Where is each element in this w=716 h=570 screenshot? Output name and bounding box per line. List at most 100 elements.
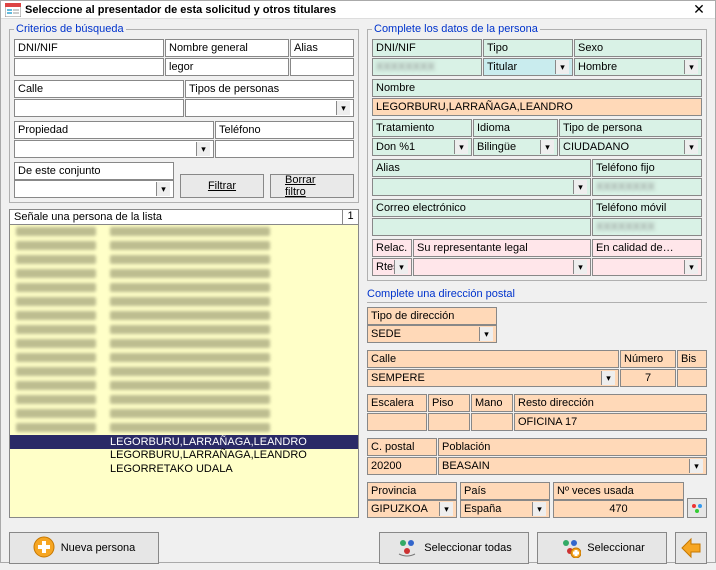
d-cp-input[interactable]: 20200 [367,457,437,475]
list-item[interactable] [10,337,358,351]
p-dni-label: DNI/NIF [372,39,482,57]
tipos-select[interactable]: ▾ [185,99,354,117]
chevron-down-icon: ▾ [601,371,615,385]
list-item[interactable] [10,421,358,435]
list-item[interactable] [10,323,358,337]
list-item[interactable] [10,351,358,365]
list-header: Señale una persona de la lista [10,210,342,224]
p-repr-select[interactable]: ▾ [413,258,591,276]
chevron-down-icon: ▾ [394,260,408,274]
d-tipo-select[interactable]: SEDE▾ [367,325,497,343]
list-item[interactable]: LEGORBURU,LARRAÑAGA,LEANDRO [10,449,358,463]
p-trat-label: Tratamiento [372,119,472,137]
nombre-label: Nombre general [165,39,289,57]
d-esc-input[interactable] [367,413,427,431]
dni-input[interactable] [14,58,164,76]
d-bis-label: Bis [677,350,707,368]
form-icon [5,3,21,17]
list-item[interactable] [10,253,358,267]
chevron-down-icon: ▾ [573,180,587,194]
chevron-down-icon: ▾ [684,140,698,154]
seleccionar-todas-button[interactable]: Seleccionar todas [379,532,529,564]
seleccionar-button[interactable]: Seleccionar [537,532,667,564]
list-item[interactable] [10,225,358,239]
list-item[interactable]: LEGORRETAKO UDALA [10,463,358,477]
list-body[interactable]: LEGORBURU,LARRAÑAGA,LEANDRO LEGORBURU,LA… [10,225,358,517]
color-tool-button[interactable] [687,498,707,518]
list-item[interactable] [10,407,358,421]
persona-box: Complete los datos de la persona DNI/NIF… [367,23,707,281]
chevron-down-icon: ▾ [479,327,493,341]
persons-list: Señale una persona de la lista 1 [9,209,359,518]
p-trat-select[interactable]: Don %1▾ [372,138,472,156]
list-item[interactable] [10,393,358,407]
p-tipo-label: Tipo [483,39,573,57]
chevron-down-icon: ▾ [439,502,453,516]
p-repr-label: Su representante legal [413,239,591,257]
chevron-down-icon: ▾ [196,142,210,156]
telefono-label: Teléfono [215,121,354,139]
p-relac-label: Relac. [372,239,412,257]
list-item[interactable] [10,379,358,393]
search-legend: Criterios de búsqueda [14,23,126,35]
d-num-input[interactable]: 7 [620,369,676,387]
calle-input[interactable] [14,99,184,117]
propiedad-select[interactable]: ▾ [14,140,214,158]
p-dni-input[interactable]: XXXXXXXX [372,58,482,76]
dni-label: DNI/NIF [14,39,164,57]
p-idioma-select[interactable]: Bilingüe▾ [473,138,558,156]
p-idioma-label: Idioma [473,119,558,137]
d-tipo-label: Tipo de dirección [367,307,497,325]
list-item[interactable] [10,309,358,323]
p-nombre-input[interactable]: LEGORBURU,LARRAÑAGA,LEANDRO [372,98,702,116]
p-calidad-label: En calidad de… [592,239,702,257]
chevron-down-icon: ▾ [540,140,554,154]
list-count: 1 [342,210,358,224]
chevron-down-icon: ▾ [555,60,569,74]
list-item[interactable] [10,365,358,379]
d-pob-select[interactable]: BEASAIN▾ [438,457,707,475]
alias-input[interactable] [290,58,354,76]
d-num-label: Número [620,350,676,368]
d-prov-label: Provincia [367,482,457,500]
p-telm-input[interactable]: XXXXXXXX [592,218,702,236]
nueva-persona-label: Nueva persona [61,542,136,554]
p-alias-select[interactable]: ▾ [372,178,591,196]
d-resto-input[interactable]: OFICINA 17 [514,413,707,431]
d-piso-input[interactable] [428,413,470,431]
p-telm-label: Teléfono móvil [592,199,702,217]
p-email-input[interactable] [372,218,591,236]
chevron-down-icon: ▾ [684,260,698,274]
p-sexo-select[interactable]: Hombre▾ [574,58,702,76]
d-pais-select[interactable]: España▾ [460,500,550,518]
list-item[interactable] [10,267,358,281]
chevron-down-icon: ▾ [684,60,698,74]
d-prov-select[interactable]: GIPUZKOA▾ [367,500,457,518]
p-tipo-select[interactable]: Titular▾ [483,58,573,76]
list-item-selected[interactable]: LEGORBURU,LARRAÑAGA,LEANDRO [10,435,358,449]
d-calle-select[interactable]: SEMPERE▾ [367,369,619,387]
filtrar-button[interactable]: Filtrar [180,174,264,198]
search-criteria-box: Criterios de búsqueda DNI/NIF Nombre gen… [9,23,359,203]
p-tipop-select[interactable]: CIUDADANO▾ [559,138,702,156]
borrar-filtro-button[interactable]: Borrar filtro [270,174,354,198]
p-relac-select[interactable]: Rtes.▾ [372,258,412,276]
exit-button[interactable] [675,532,707,564]
p-calidad-select[interactable]: ▾ [592,258,702,276]
list-item[interactable] [10,281,358,295]
close-icon[interactable]: ✕ [687,1,711,18]
telefono-input[interactable] [215,140,354,158]
d-resto-label: Resto dirección [514,394,707,412]
chevron-down-icon: ▾ [336,101,350,115]
d-mano-input[interactable] [471,413,513,431]
list-item[interactable] [10,239,358,253]
nombre-input[interactable]: legor [165,58,289,76]
nueva-persona-button[interactable]: Nueva persona [9,532,159,564]
d-bis-input[interactable] [677,369,707,387]
list-item[interactable] [10,295,358,309]
chevron-down-icon: ▾ [532,502,546,516]
d-cp-label: C. postal [367,438,437,456]
conjunto-select[interactable]: ▾ [14,180,174,198]
tipos-label: Tipos de personas [185,80,354,98]
p-telf-input[interactable]: XXXXXXXX [592,178,702,196]
